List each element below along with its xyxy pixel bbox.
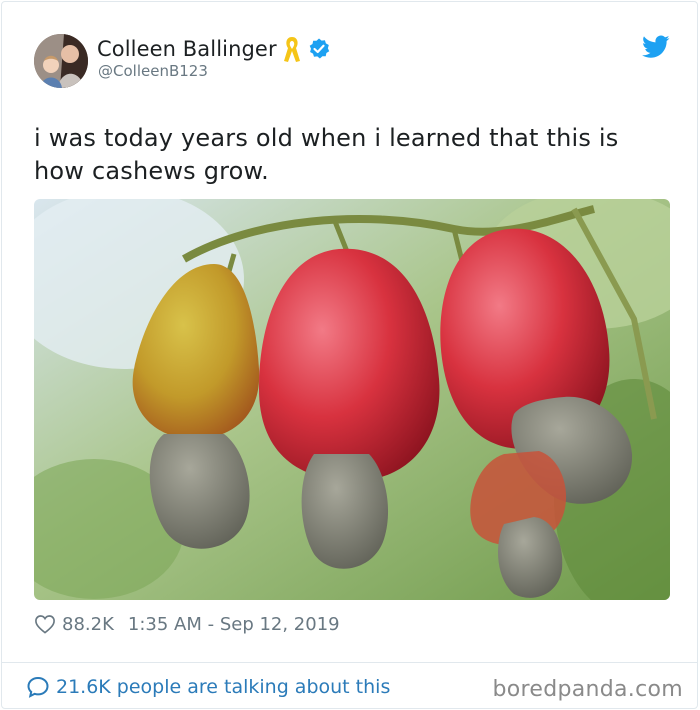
verified-badge-icon [309, 38, 329, 59]
awareness-ribbon-icon [283, 37, 300, 62]
conversation-text: 21.6K people are talking about this [56, 676, 391, 698]
heart-icon[interactable] [34, 614, 56, 634]
display-name[interactable]: Colleen Ballinger [97, 37, 277, 61]
tweet-meta: 88.2K 1:35 AM - Sep 12, 2019 [34, 612, 340, 636]
user-handle[interactable]: @ColleenB123 [98, 62, 208, 80]
tweet-header: Colleen Ballinger @ColleenB123 [2, 2, 697, 102]
display-name-row: Colleen Ballinger [97, 35, 331, 63]
tweet-timestamp[interactable]: 1:35 AM - Sep 12, 2019 [128, 614, 340, 635]
avatar-photo [34, 34, 88, 88]
conversation-link[interactable]: 21.6K people are talking about this [26, 675, 390, 699]
watermark: boredpanda.com [492, 677, 683, 702]
badge-group [283, 35, 331, 63]
cashew-fruit-photo [34, 199, 670, 600]
tweet-text: i was today years old when i learned tha… [34, 124, 619, 185]
like-count[interactable]: 88.2K [62, 614, 114, 635]
tweet-footer: 21.6K people are talking about this bore… [2, 662, 697, 710]
tweet-photo[interactable] [34, 199, 670, 600]
speech-bubble-icon [27, 676, 49, 698]
avatar[interactable] [34, 34, 88, 88]
tweet-card: Colleen Ballinger @ColleenB123 i was tod… [1, 1, 698, 709]
twitter-bird-icon[interactable] [642, 35, 670, 59]
